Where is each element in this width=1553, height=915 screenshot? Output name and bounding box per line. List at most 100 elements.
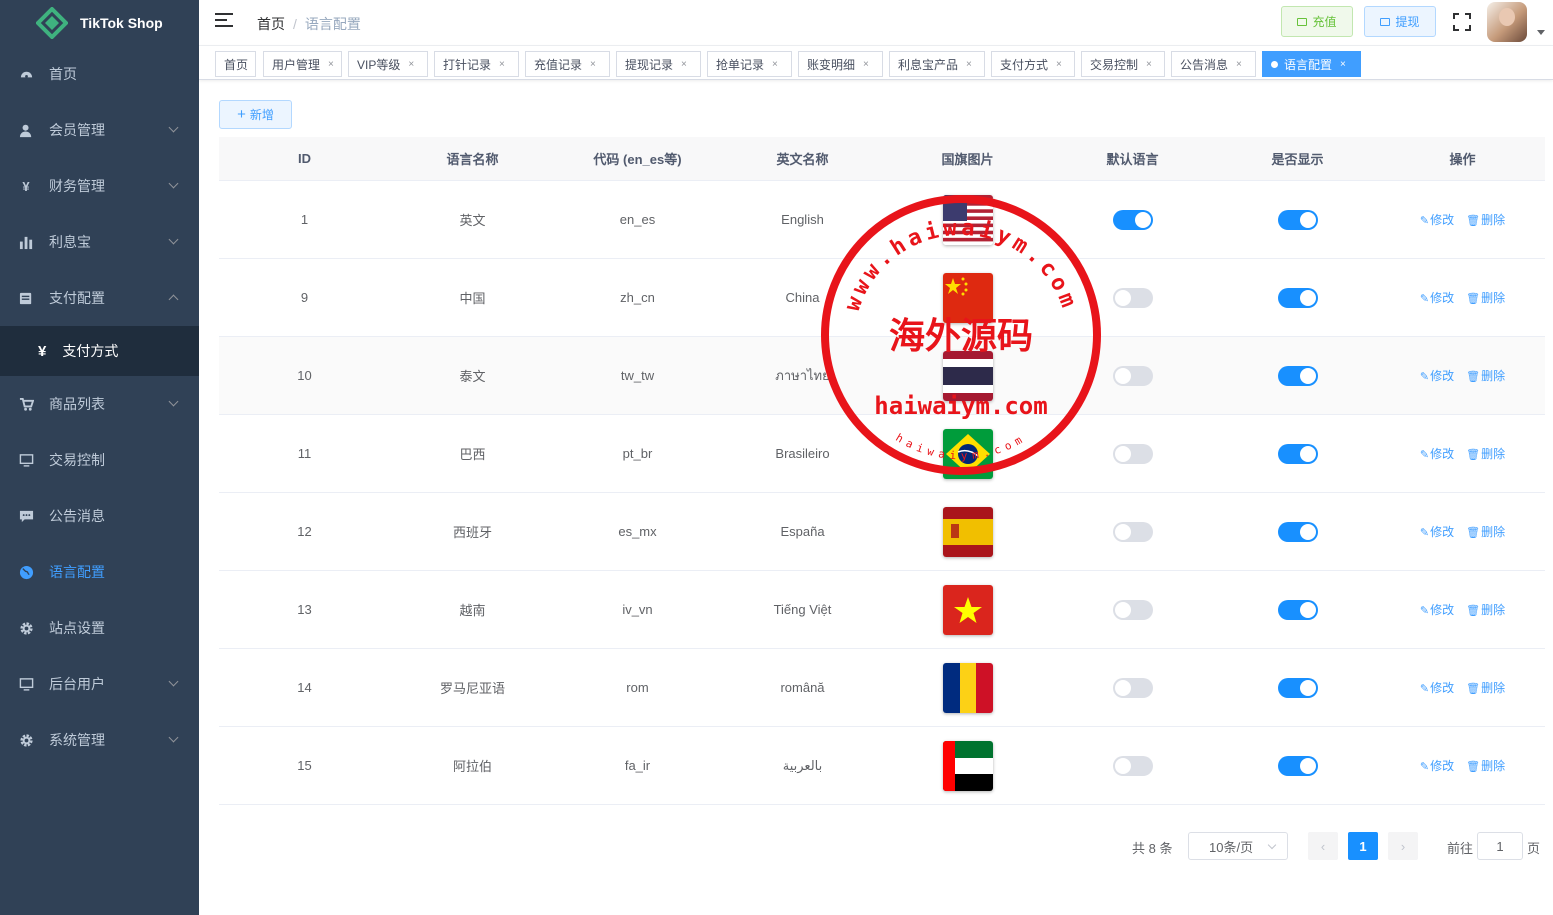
visible-switch[interactable] [1277, 287, 1318, 308]
sidebar-item-4[interactable]: 支付配置 [0, 270, 199, 326]
caret-down-icon[interactable] [1537, 30, 1545, 35]
monitor-icon [18, 676, 34, 692]
prev-page-button[interactable]: ‹ [1308, 832, 1338, 860]
edit-button[interactable]: ✎修改 [1420, 213, 1454, 227]
chevron-down-icon [168, 396, 179, 407]
default-language-switch[interactable] [1112, 755, 1153, 776]
edit-button[interactable]: ✎修改 [1420, 759, 1454, 773]
delete-button[interactable]: 🗑删除 [1466, 759, 1505, 773]
sidebar-item-8[interactable]: 公告消息 [0, 488, 199, 544]
visible-switch[interactable] [1277, 599, 1318, 620]
cell-flag [885, 272, 1050, 323]
tab-1[interactable]: 用户管理 × [263, 51, 342, 77]
delete-button[interactable]: 🗑删除 [1466, 447, 1505, 461]
edit-button[interactable]: ✎修改 [1420, 525, 1454, 539]
tab-10[interactable]: 交易控制 × [1081, 51, 1165, 77]
visible-switch[interactable] [1277, 365, 1318, 386]
default-language-switch[interactable] [1112, 365, 1153, 386]
tab-7[interactable]: 账变明细 × [798, 51, 883, 77]
close-icon[interactable]: × [681, 59, 687, 70]
trash-icon: 🗑 [1466, 682, 1481, 695]
delete-button[interactable]: 🗑删除 [1466, 213, 1505, 227]
tab-12[interactable]: 语言配置 × [1262, 51, 1361, 77]
visible-switch[interactable] [1277, 677, 1318, 698]
delete-button[interactable]: 🗑删除 [1466, 291, 1505, 305]
default-language-switch[interactable] [1112, 443, 1153, 464]
close-icon[interactable]: × [1146, 59, 1152, 70]
sidebar-item-12[interactable]: 系统管理 [0, 712, 199, 768]
edit-label: 修改 [1430, 759, 1455, 773]
edit-button[interactable]: ✎修改 [1420, 681, 1454, 695]
sidebar-item-0[interactable]: 首页 [0, 46, 199, 102]
delete-button[interactable]: 🗑删除 [1466, 525, 1505, 539]
close-icon[interactable]: × [1236, 59, 1242, 70]
hamburger-icon[interactable] [215, 13, 233, 29]
default-language-switch[interactable] [1112, 521, 1153, 542]
close-icon[interactable]: × [772, 59, 778, 70]
tab-11[interactable]: 公告消息 × [1171, 51, 1256, 77]
sidebar-item-7[interactable]: 交易控制 [0, 432, 199, 488]
withdraw-button[interactable]: 提现 [1364, 6, 1436, 37]
page-number-current[interactable]: 1 [1348, 832, 1378, 860]
goto-page-input[interactable]: 1 [1477, 832, 1523, 860]
default-language-switch[interactable] [1112, 287, 1153, 308]
cell-default [1050, 287, 1215, 308]
default-language-switch[interactable] [1112, 209, 1153, 230]
edit-button[interactable]: ✎修改 [1420, 291, 1454, 305]
cell-id: 1 [300, 212, 309, 227]
visible-switch[interactable] [1277, 521, 1318, 542]
tab-5[interactable]: 提现记录 × [616, 51, 701, 77]
dashboard-icon [18, 66, 34, 82]
tab-label: 抢单记录 [716, 57, 765, 72]
edit-button[interactable]: ✎修改 [1420, 447, 1454, 461]
cell-flag [885, 194, 1050, 245]
tab-0[interactable]: 首页 [215, 51, 256, 77]
sidebar-item-2[interactable]: ¥ 财务管理 [0, 158, 199, 214]
sidebar-item-5[interactable]: ¥ 支付方式 [0, 326, 199, 376]
visible-switch[interactable] [1277, 209, 1318, 230]
visible-switch[interactable] [1277, 443, 1318, 464]
fullscreen-icon[interactable] [1453, 13, 1471, 31]
avatar[interactable] [1487, 2, 1527, 42]
recharge-button[interactable]: 充值 [1281, 6, 1353, 37]
edit-button[interactable]: ✎修改 [1420, 603, 1454, 617]
goto-label: 前往 [1447, 841, 1474, 856]
close-icon[interactable]: × [408, 59, 414, 70]
sidebar-item-3[interactable]: 利息宝 [0, 214, 199, 270]
page-size-select[interactable]: 10条/页 [1188, 832, 1288, 860]
close-icon[interactable]: × [1340, 59, 1346, 70]
add-button[interactable]: + 新增 [219, 100, 292, 129]
close-icon[interactable]: × [966, 59, 972, 70]
visible-switch[interactable] [1277, 755, 1318, 776]
close-icon[interactable]: × [1056, 59, 1062, 70]
tab-8[interactable]: 利息宝产品 × [889, 51, 985, 77]
close-icon[interactable]: × [590, 59, 596, 70]
tab-4[interactable]: 充值记录 × [525, 51, 610, 77]
edit-button[interactable]: ✎修改 [1420, 369, 1454, 383]
next-page-button[interactable]: › [1388, 832, 1418, 860]
delete-button[interactable]: 🗑删除 [1466, 603, 1505, 617]
close-icon[interactable]: × [863, 59, 869, 70]
sidebar-item-6[interactable]: 商品列表 [0, 376, 199, 432]
breadcrumb-home[interactable]: 首页 [257, 16, 285, 32]
close-icon[interactable]: × [499, 59, 505, 70]
tab-6[interactable]: 抢单记录 × [707, 51, 792, 77]
default-language-switch[interactable] [1112, 599, 1153, 620]
delete-button[interactable]: 🗑删除 [1466, 369, 1505, 383]
cell-default [1050, 677, 1215, 698]
tab-9[interactable]: 支付方式 × [991, 51, 1075, 77]
default-language-switch[interactable] [1112, 677, 1153, 698]
sidebar-item-9[interactable]: 语言配置 [0, 544, 199, 600]
sidebar-item-11[interactable]: 后台用户 [0, 656, 199, 712]
cell-code: es_mx [618, 524, 657, 539]
gear-icon [18, 620, 34, 636]
chart-icon [18, 234, 34, 250]
cell-flag [885, 350, 1050, 401]
delete-button[interactable]: 🗑删除 [1466, 681, 1505, 695]
logo[interactable]: TikTok Shop [0, 0, 199, 46]
sidebar-item-10[interactable]: 站点设置 [0, 600, 199, 656]
close-icon[interactable]: × [328, 59, 334, 70]
sidebar-item-1[interactable]: 会员管理 [0, 102, 199, 158]
tab-2[interactable]: VIP等级 × [348, 51, 428, 77]
tab-3[interactable]: 打针记录 × [434, 51, 519, 77]
